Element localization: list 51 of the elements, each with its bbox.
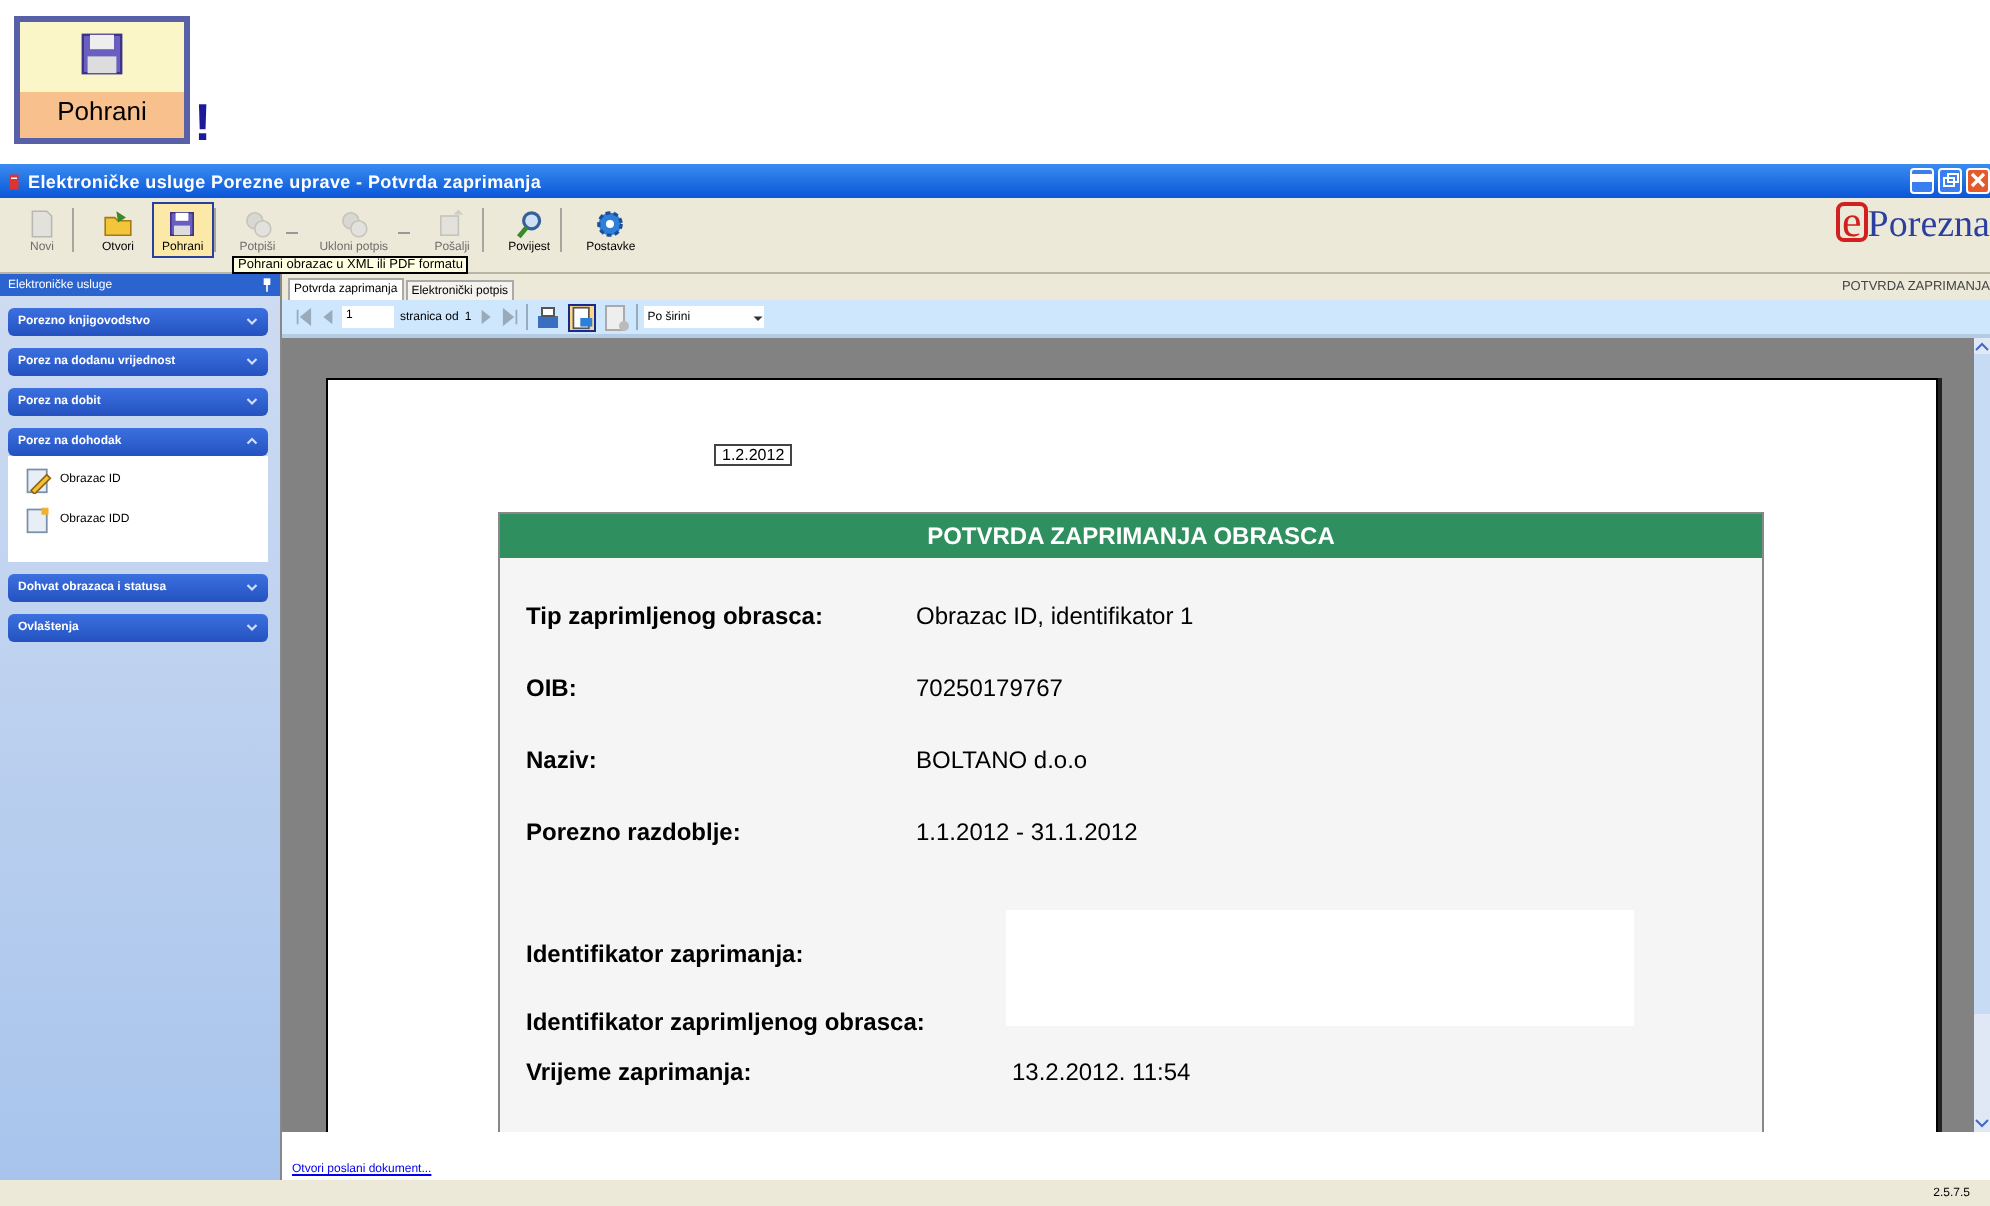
page-icon (26, 207, 58, 239)
next-page-icon[interactable] (477, 308, 496, 326)
date-field: 1.2.2012 (714, 444, 793, 466)
first-page-icon[interactable] (294, 308, 312, 326)
seal-icon (241, 207, 274, 239)
field-label: OIB: (526, 674, 579, 702)
caret-icon (285, 232, 298, 234)
pin-icon[interactable] (262, 278, 272, 292)
expand-icon (246, 622, 258, 634)
previous-page-icon[interactable] (318, 308, 336, 326)
caret-icon (398, 232, 411, 234)
minimize-icon (1912, 168, 1932, 188)
folder-icon (102, 207, 134, 239)
field-value: 70250179767 (916, 674, 1063, 702)
field-label: Porezno razdoblje: (526, 818, 743, 846)
document-icon (24, 506, 52, 534)
last-page-icon[interactable] (501, 308, 520, 326)
exclamation-mark: ! (194, 100, 212, 144)
export-button[interactable] (567, 303, 596, 331)
field-value: BOLTANO d.o.o (916, 746, 1088, 774)
app-icon (8, 171, 20, 191)
field-value: Obrazac ID, identifikator 1 (916, 602, 1194, 630)
expand-icon (246, 582, 258, 594)
maximize-button[interactable] (1938, 168, 1962, 194)
field-label: Identifikator zaprimanja: (526, 940, 806, 968)
logo: e Porezna (1836, 202, 1990, 248)
scroll-thumb[interactable] (1974, 354, 1990, 1014)
expand-icon (246, 356, 258, 368)
settings-icon (594, 207, 627, 239)
export-icon (569, 305, 594, 329)
expand-icon (246, 396, 258, 408)
minimize-button[interactable] (1910, 168, 1934, 194)
field-label: Naziv: (526, 746, 599, 774)
scroll-down-icon[interactable] (1974, 1116, 1990, 1132)
field-value: 1.1.2012 - 31.1.2012 (916, 818, 1138, 846)
expand-icon (246, 316, 258, 328)
document-pencil-icon (24, 466, 52, 494)
close-button[interactable] (1966, 168, 1990, 194)
field-label: Vrijeme zaprimanja: (526, 1058, 754, 1086)
card-heading: POTVRDA ZAPRIMANJA OBRASCA (500, 514, 1762, 558)
search-icon (513, 207, 546, 239)
dropdown-arrow-icon (751, 311, 764, 323)
field-value: 13.2.2012. 11:54 (1012, 1058, 1191, 1086)
printer-icon[interactable] (533, 303, 562, 331)
scroll-up-icon[interactable] (1974, 338, 1990, 354)
save-button[interactable]: Pohrani (14, 16, 190, 144)
window-title: Elektroničke usluge Porezne uprave - Potvrda zaprimanja (28, 171, 542, 191)
field-label: Tip zaprimljenog obrasca: (526, 602, 825, 630)
scrollbar[interactable] (1974, 338, 1990, 1132)
seal-icon (337, 207, 370, 239)
collapse-icon (246, 436, 258, 448)
